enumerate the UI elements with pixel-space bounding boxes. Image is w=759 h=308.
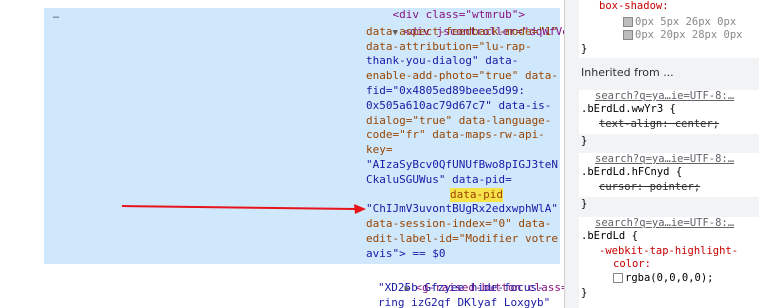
shadow-value-1[interactable]: 0px 5px 26px 0px (623, 16, 736, 29)
rule-selector[interactable]: .bErdLd { (581, 230, 638, 243)
rule-source-link[interactable]: search?q=ya…ie=UTF-8:… (595, 217, 734, 230)
rule-source-link[interactable]: search?q=ya…ie=UTF-8:… (595, 90, 734, 103)
shadow-swatch-icon[interactable] (623, 17, 633, 27)
rule-close-brace: } (581, 287, 588, 299)
style-rule-wwyr3: search?q=ya…ie=UTF-8:… .bErdLd.wwYr3 { t… (579, 90, 759, 134)
rule-close-brace: } (581, 43, 588, 55)
inherited-from-header: Inherited from ... (581, 66, 674, 79)
overridden-prop[interactable]: text-align: center; (599, 118, 719, 131)
rule-close-brace: } (581, 198, 588, 210)
style-rule-berdld: search?q=ya…ie=UTF-8:… .bErdLd { -webkit… (579, 217, 759, 308)
arrow-shaft (121, 205, 357, 210)
rule-source-link[interactable]: search?q=ya…ie=UTF-8:… (595, 153, 734, 166)
elements-panel: … <div class="wtmrub"> ▼ <div jscontroll… (0, 0, 564, 308)
style-rule-hfcnyd: search?q=ya…ie=UTF-8:… .bErdLd.hFCnyd { … (579, 153, 759, 197)
tap-highlight-prop-cont: color: (613, 258, 651, 270)
overridden-prop[interactable]: cursor: pointer; (599, 181, 700, 194)
tap-highlight-prop[interactable]: -webkit-tap-highlight- (599, 245, 738, 258)
rule-selector[interactable]: .bErdLd.hFCnyd { (581, 166, 682, 179)
box-shadow-prop[interactable]: box-shadow: (599, 0, 669, 13)
red-arrow-annotation (121, 204, 366, 214)
shadow-swatch-icon[interactable] (623, 30, 633, 40)
arrow-head (354, 204, 366, 214)
shadow-value-2[interactable]: 0px 20px 28px 0px (623, 29, 742, 42)
color-swatch-icon[interactable] (613, 273, 623, 283)
color-value[interactable]: rgba(0,0,0,0); (613, 272, 714, 285)
rule-selector[interactable]: .bErdLd.wwYr3 { (581, 103, 676, 116)
box-shadow-rule: box-shadow: 0px 5px 26px 0px 0px 20px 28… (579, 0, 759, 58)
rule-close-brace: } (581, 135, 588, 147)
styles-panel: box-shadow: 0px 5px 26px 0px 0px 20px 28… (565, 0, 759, 308)
